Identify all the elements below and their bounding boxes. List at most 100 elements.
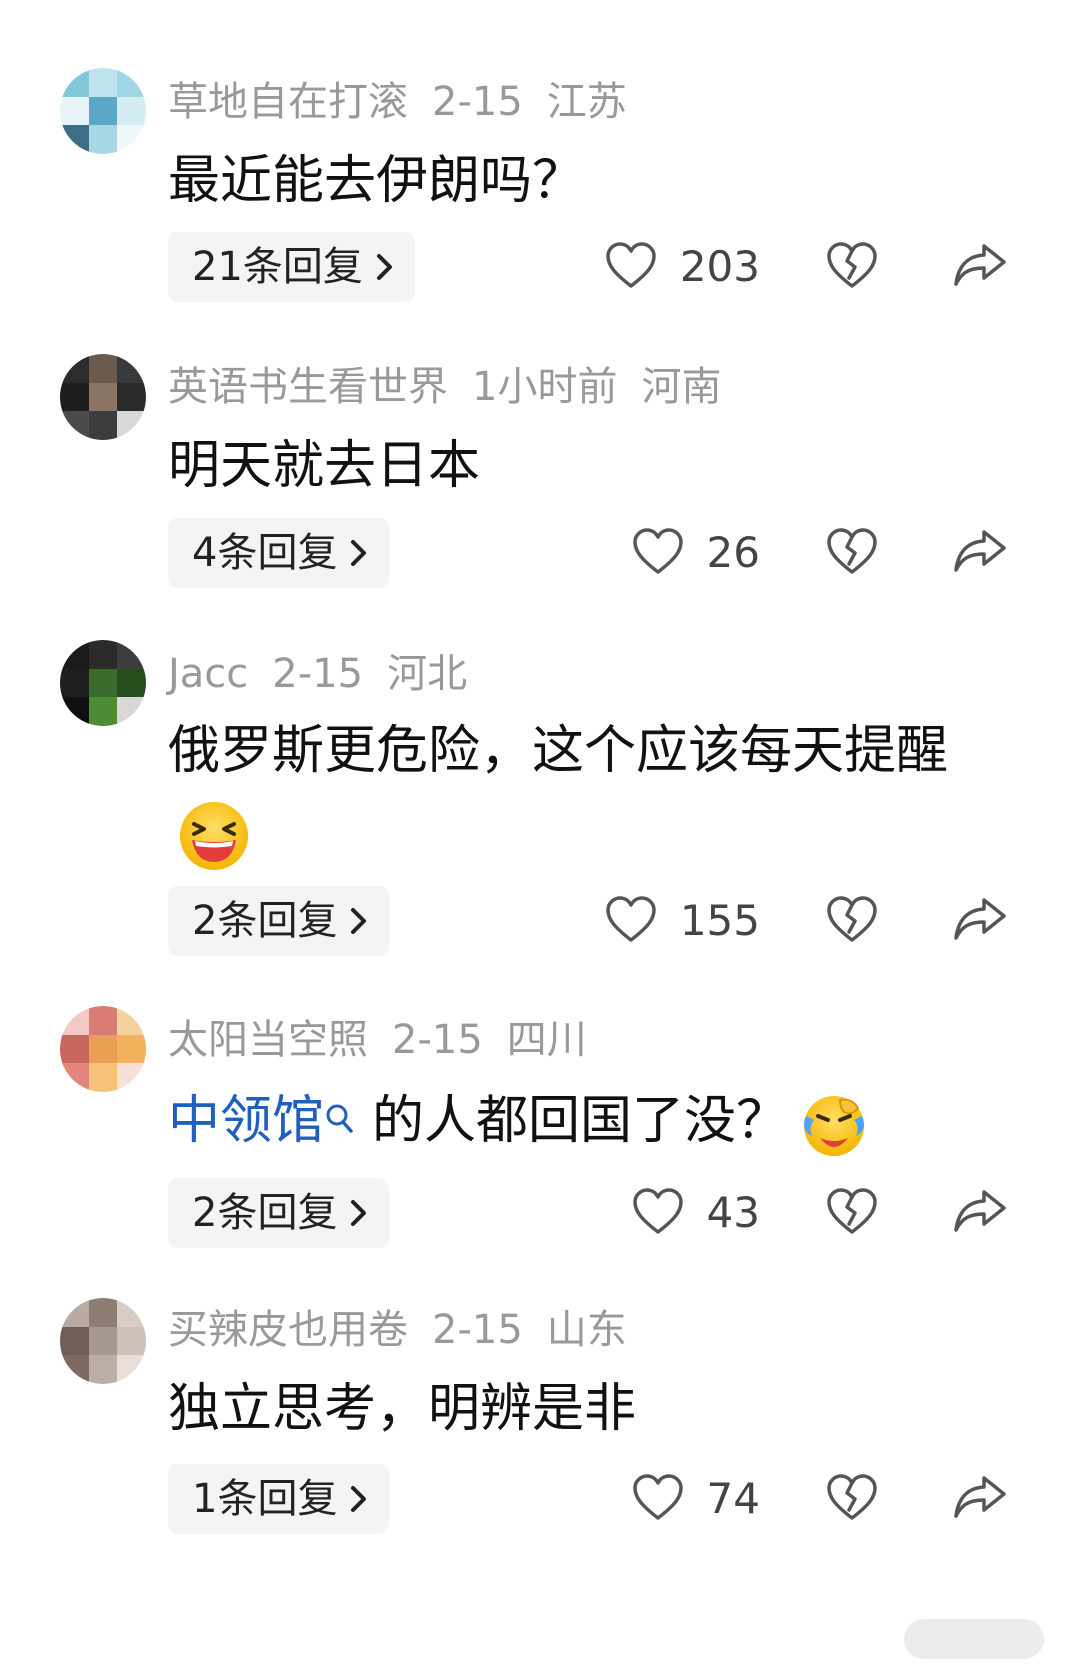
avatar[interactable] [60, 354, 146, 440]
like-count: 43 [706, 1188, 760, 1237]
replies-button[interactable]: 4条回复 [168, 518, 390, 588]
like-count: 74 [706, 1474, 760, 1523]
comment-text: 中领馆 的人都回国了没？ [168, 1080, 1008, 1162]
chevron-right-icon [349, 888, 369, 958]
comment-location: 江苏 [546, 79, 627, 125]
avatar-mosaic-tile [117, 411, 146, 440]
comment-location: 河南 [641, 364, 722, 410]
like-group[interactable]: 43 [631, 1178, 760, 1248]
username[interactable]: 草地自在打滚 [168, 79, 408, 125]
avatar-mosaic-tile [117, 354, 146, 383]
avatar[interactable] [60, 68, 146, 154]
share-arrow-icon [952, 894, 1008, 948]
like-count: 203 [679, 242, 760, 291]
heart-icon[interactable] [631, 1186, 685, 1240]
avatar-mosaic-tile [60, 1006, 89, 1035]
avatar-mosaic-tile [88, 640, 118, 669]
avatar-mosaic-tile [117, 96, 146, 126]
avatar-mosaic-tile [60, 125, 89, 154]
avatar-mosaic-tile [60, 1034, 89, 1064]
laughing-emoji-icon [176, 798, 252, 874]
avatar-mosaic-tile [88, 1298, 118, 1327]
heart-icon[interactable] [631, 1472, 685, 1526]
avatar-mosaic-tile [60, 640, 89, 669]
avatar-mosaic-tile [60, 96, 89, 126]
avatar-mosaic-tile [117, 640, 146, 669]
like-group[interactable]: 155 [604, 886, 760, 956]
avatar-mosaic-tile [88, 411, 118, 440]
dislike-button[interactable] [822, 886, 882, 956]
avatar[interactable] [60, 1006, 146, 1092]
avatar-mosaic-tile [60, 382, 89, 412]
avatar-mosaic-tile [117, 1355, 146, 1384]
broken-heart-icon [825, 240, 879, 294]
chevron-right-icon [375, 234, 395, 304]
dislike-button[interactable] [822, 1464, 882, 1534]
share-button[interactable] [950, 232, 1010, 302]
share-arrow-icon [952, 526, 1008, 580]
replies-button[interactable]: 2条回复 [168, 886, 390, 958]
avatar[interactable] [60, 640, 146, 726]
dislike-button[interactable] [822, 232, 882, 302]
like-group[interactable]: 74 [631, 1464, 760, 1534]
heart-icon[interactable] [604, 894, 658, 948]
search-icon[interactable] [324, 1084, 354, 1133]
replies-button[interactable]: 1条回复 [168, 1464, 390, 1536]
username[interactable]: 英语书生看世界 [168, 364, 448, 410]
share-button[interactable] [950, 886, 1010, 956]
avatar-mosaic-tile [60, 668, 89, 698]
avatar[interactable] [60, 1298, 146, 1384]
like-group[interactable]: 26 [631, 518, 760, 588]
replies-label: 21条回复 [192, 244, 363, 290]
comment-text: 俄罗斯更危险，这个应该每天提醒 [168, 710, 1008, 874]
comment-text: 独立思考，明辨是非 [168, 1379, 637, 1439]
share-button[interactable] [950, 518, 1010, 588]
heart-icon[interactable] [631, 526, 685, 580]
comment-time: 1小时前 [472, 364, 618, 410]
comment-location: 山东 [546, 1307, 627, 1353]
avatar-mosaic-tile [117, 1034, 146, 1064]
replies-label: 4条回复 [192, 530, 338, 576]
broken-heart-icon [825, 894, 879, 948]
heart-icon[interactable] [604, 240, 658, 294]
comment-location: 四川 [506, 1017, 587, 1063]
username[interactable]: 太阳当空照 [168, 1017, 368, 1063]
username[interactable]: Jacc [168, 651, 248, 697]
avatar-mosaic-tile [60, 697, 89, 726]
comment-meta: 英语书生看世界 1小时前 河南 [168, 363, 745, 411]
like-group[interactable]: 203 [604, 232, 760, 302]
dislike-button[interactable] [822, 518, 882, 588]
avatar-mosaic-tile [60, 1063, 89, 1092]
replies-button[interactable]: 2条回复 [168, 1178, 390, 1248]
replies-button[interactable]: 21条回复 [168, 232, 415, 302]
dislike-button[interactable] [822, 1178, 882, 1248]
avatar-mosaic-tile [88, 1006, 118, 1035]
username[interactable]: 买辣皮也用卷 [168, 1307, 408, 1353]
comment-time: 2-15 [432, 79, 523, 125]
avatar-mosaic-tile [60, 68, 89, 97]
like-count: 26 [706, 528, 760, 577]
comment-text: 明天就去日本 [168, 436, 481, 496]
comment-meta: 买辣皮也用卷 2-15 山东 [168, 1306, 651, 1354]
avatar-mosaic-tile [60, 411, 89, 440]
share-button[interactable] [950, 1178, 1010, 1248]
avatar-mosaic-tile [88, 1063, 118, 1092]
comment-meta: 草地自在打滚 2-15 江苏 [168, 78, 651, 126]
avatar-mosaic-tile [88, 1326, 118, 1356]
chevron-right-icon [349, 1466, 369, 1536]
comment-text-content: 俄罗斯更危险，这个应该每天提醒 [168, 721, 949, 781]
avatar-mosaic-tile [88, 1355, 118, 1384]
avatar-mosaic-tile [117, 68, 146, 97]
avatar-mosaic-tile [88, 382, 118, 412]
avatar-mosaic-tile [117, 1006, 146, 1035]
search-link[interactable]: 中领馆 [168, 1091, 324, 1151]
avatar-mosaic-tile [88, 1034, 118, 1064]
avatar-mosaic-tile [117, 1063, 146, 1092]
replies-label: 1条回复 [192, 1476, 338, 1522]
share-button[interactable] [950, 1464, 1010, 1534]
broken-heart-icon [825, 1472, 879, 1526]
comment-meta: 太阳当空照 2-15 四川 [168, 1016, 611, 1064]
broken-heart-icon [825, 1186, 879, 1240]
replies-label: 2条回复 [192, 898, 338, 944]
avatar-mosaic-tile [117, 1298, 146, 1327]
